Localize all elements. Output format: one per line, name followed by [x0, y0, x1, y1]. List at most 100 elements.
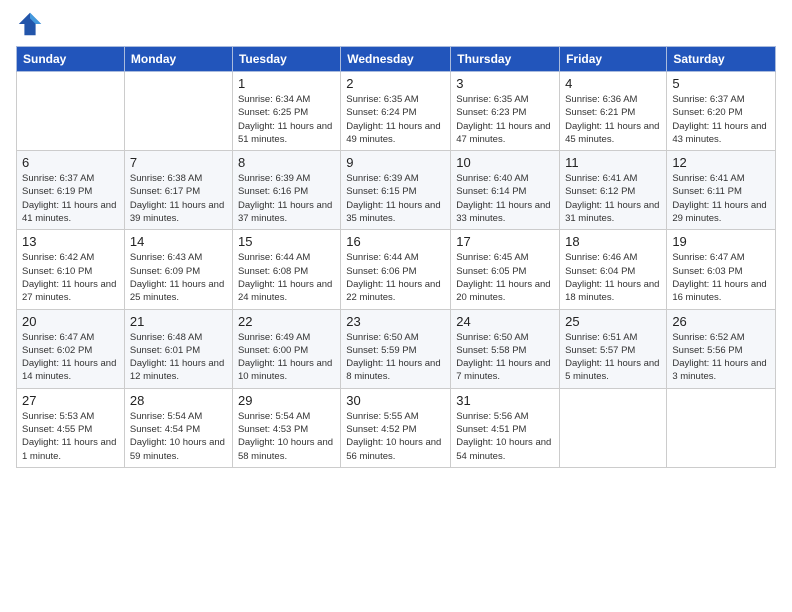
- day-number: 17: [456, 234, 554, 249]
- calendar-cell: 9 Sunrise: 6:39 AM Sunset: 6:15 PM Daylig…: [341, 151, 451, 230]
- calendar-week-row: 13Sunrise: 6:42 AM Sunset: 6:10 PM Dayli…: [17, 230, 776, 309]
- day-number: 15: [238, 234, 335, 249]
- day-info: Sunrise: 5:54 AM Sunset: 4:54 PM Dayligh…: [130, 410, 227, 463]
- calendar-cell: 7 Sunrise: 6:38 AM Sunset: 6:17 PM Daylig…: [124, 151, 232, 230]
- day-info: Sunrise: 6:43 AM Sunset: 6:09 PM Dayligh…: [130, 251, 227, 304]
- calendar-cell: 13Sunrise: 6:42 AM Sunset: 6:10 PM Dayli…: [17, 230, 125, 309]
- calendar-cell: 12 Sunrise: 6:41 AM Sunset: 6:11 PM Dayli…: [667, 151, 776, 230]
- day-number: 18: [565, 234, 661, 249]
- calendar-table: SundayMondayTuesdayWednesdayThursdayFrid…: [16, 46, 776, 468]
- weekday-header: Thursday: [451, 47, 560, 72]
- day-info: Sunrise: 6:47 AM Sunset: 6:03 PM Dayligh…: [672, 251, 770, 304]
- day-number: 9: [346, 155, 445, 170]
- calendar-week-row: 1 Sunrise: 6:34 AM Sunset: 6:25 PM Daylig…: [17, 72, 776, 151]
- day-number: 1: [238, 76, 335, 91]
- day-number: 12: [672, 155, 770, 170]
- calendar-cell: 15 Sunrise: 6:44 AM Sunset: 6:08 PM Dayli…: [232, 230, 340, 309]
- day-number: 4: [565, 76, 661, 91]
- day-info: Sunrise: 6:52 AM Sunset: 5:56 PM Dayligh…: [672, 331, 770, 384]
- day-info: Sunrise: 6:36 AM Sunset: 6:21 PM Dayligh…: [565, 93, 661, 146]
- day-number: 23: [346, 314, 445, 329]
- day-info: Sunrise: 6:40 AM Sunset: 6:14 PM Dayligh…: [456, 172, 554, 225]
- day-number: 11: [565, 155, 661, 170]
- day-number: 21: [130, 314, 227, 329]
- calendar-cell: 21 Sunrise: 6:48 AM Sunset: 6:01 PM Dayli…: [124, 309, 232, 388]
- day-number: 29: [238, 393, 335, 408]
- day-info: Sunrise: 5:53 AM Sunset: 4:55 PM Dayligh…: [22, 410, 119, 463]
- calendar-cell: [560, 388, 667, 467]
- day-number: 22: [238, 314, 335, 329]
- day-info: Sunrise: 6:49 AM Sunset: 6:00 PM Dayligh…: [238, 331, 335, 384]
- day-number: 2: [346, 76, 445, 91]
- calendar-cell: 8 Sunrise: 6:39 AM Sunset: 6:16 PM Daylig…: [232, 151, 340, 230]
- calendar-cell: 25 Sunrise: 6:51 AM Sunset: 5:57 PM Dayli…: [560, 309, 667, 388]
- weekday-header: Monday: [124, 47, 232, 72]
- calendar-cell: 16 Sunrise: 6:44 AM Sunset: 6:06 PM Dayli…: [341, 230, 451, 309]
- day-number: 3: [456, 76, 554, 91]
- day-number: 7: [130, 155, 227, 170]
- day-info: Sunrise: 6:35 AM Sunset: 6:23 PM Dayligh…: [456, 93, 554, 146]
- day-number: 31: [456, 393, 554, 408]
- calendar-cell: 11 Sunrise: 6:41 AM Sunset: 6:12 PM Dayli…: [560, 151, 667, 230]
- calendar-cell: 18Sunrise: 6:46 AM Sunset: 6:04 PM Dayli…: [560, 230, 667, 309]
- day-info: Sunrise: 5:55 AM Sunset: 4:52 PM Dayligh…: [346, 410, 445, 463]
- day-info: Sunrise: 6:34 AM Sunset: 6:25 PM Dayligh…: [238, 93, 335, 146]
- day-number: 16: [346, 234, 445, 249]
- calendar-cell: 27 Sunrise: 5:53 AM Sunset: 4:55 PM Dayli…: [17, 388, 125, 467]
- calendar-cell: 1 Sunrise: 6:34 AM Sunset: 6:25 PM Daylig…: [232, 72, 340, 151]
- weekday-header: Tuesday: [232, 47, 340, 72]
- calendar-cell: 26 Sunrise: 6:52 AM Sunset: 5:56 PM Dayli…: [667, 309, 776, 388]
- day-info: Sunrise: 6:39 AM Sunset: 6:15 PM Dayligh…: [346, 172, 445, 225]
- day-info: Sunrise: 6:51 AM Sunset: 5:57 PM Dayligh…: [565, 331, 661, 384]
- day-number: 20: [22, 314, 119, 329]
- day-info: Sunrise: 6:38 AM Sunset: 6:17 PM Dayligh…: [130, 172, 227, 225]
- day-number: 30: [346, 393, 445, 408]
- calendar-cell: 6Sunrise: 6:37 AM Sunset: 6:19 PM Daylig…: [17, 151, 125, 230]
- day-info: Sunrise: 6:44 AM Sunset: 6:06 PM Dayligh…: [346, 251, 445, 304]
- weekday-header: Wednesday: [341, 47, 451, 72]
- weekday-header: Saturday: [667, 47, 776, 72]
- day-number: 13: [22, 234, 119, 249]
- calendar-cell: 14 Sunrise: 6:43 AM Sunset: 6:09 PM Dayli…: [124, 230, 232, 309]
- day-info: Sunrise: 6:41 AM Sunset: 6:12 PM Dayligh…: [565, 172, 661, 225]
- day-number: 14: [130, 234, 227, 249]
- day-info: Sunrise: 6:44 AM Sunset: 6:08 PM Dayligh…: [238, 251, 335, 304]
- day-number: 27: [22, 393, 119, 408]
- logo-icon: [16, 10, 44, 38]
- calendar-cell: 30 Sunrise: 5:55 AM Sunset: 4:52 PM Dayli…: [341, 388, 451, 467]
- calendar-cell: [17, 72, 125, 151]
- calendar-cell: 31 Sunrise: 5:56 AM Sunset: 4:51 PM Dayli…: [451, 388, 560, 467]
- page: SundayMondayTuesdayWednesdayThursdayFrid…: [0, 0, 792, 612]
- calendar-cell: [667, 388, 776, 467]
- day-number: 24: [456, 314, 554, 329]
- day-info: Sunrise: 5:56 AM Sunset: 4:51 PM Dayligh…: [456, 410, 554, 463]
- calendar-cell: [124, 72, 232, 151]
- day-info: Sunrise: 6:50 AM Sunset: 5:59 PM Dayligh…: [346, 331, 445, 384]
- calendar-week-row: 20Sunrise: 6:47 AM Sunset: 6:02 PM Dayli…: [17, 309, 776, 388]
- calendar-cell: 23 Sunrise: 6:50 AM Sunset: 5:59 PM Dayli…: [341, 309, 451, 388]
- day-info: Sunrise: 6:39 AM Sunset: 6:16 PM Dayligh…: [238, 172, 335, 225]
- calendar-week-row: 6Sunrise: 6:37 AM Sunset: 6:19 PM Daylig…: [17, 151, 776, 230]
- weekday-header: Friday: [560, 47, 667, 72]
- day-number: 28: [130, 393, 227, 408]
- logo: [16, 10, 48, 38]
- day-number: 10: [456, 155, 554, 170]
- day-info: Sunrise: 5:54 AM Sunset: 4:53 PM Dayligh…: [238, 410, 335, 463]
- day-number: 5: [672, 76, 770, 91]
- day-info: Sunrise: 6:41 AM Sunset: 6:11 PM Dayligh…: [672, 172, 770, 225]
- calendar-cell: 2 Sunrise: 6:35 AM Sunset: 6:24 PM Daylig…: [341, 72, 451, 151]
- calendar-cell: 24 Sunrise: 6:50 AM Sunset: 5:58 PM Dayli…: [451, 309, 560, 388]
- day-info: Sunrise: 6:50 AM Sunset: 5:58 PM Dayligh…: [456, 331, 554, 384]
- day-info: Sunrise: 6:37 AM Sunset: 6:19 PM Dayligh…: [22, 172, 119, 225]
- day-number: 25: [565, 314, 661, 329]
- calendar-cell: 19Sunrise: 6:47 AM Sunset: 6:03 PM Dayli…: [667, 230, 776, 309]
- day-number: 26: [672, 314, 770, 329]
- day-info: Sunrise: 6:48 AM Sunset: 6:01 PM Dayligh…: [130, 331, 227, 384]
- day-info: Sunrise: 6:45 AM Sunset: 6:05 PM Dayligh…: [456, 251, 554, 304]
- calendar-cell: 5 Sunrise: 6:37 AM Sunset: 6:20 PM Daylig…: [667, 72, 776, 151]
- calendar-cell: 3 Sunrise: 6:35 AM Sunset: 6:23 PM Daylig…: [451, 72, 560, 151]
- day-number: 8: [238, 155, 335, 170]
- day-info: Sunrise: 6:37 AM Sunset: 6:20 PM Dayligh…: [672, 93, 770, 146]
- day-info: Sunrise: 6:35 AM Sunset: 6:24 PM Dayligh…: [346, 93, 445, 146]
- calendar-cell: 20Sunrise: 6:47 AM Sunset: 6:02 PM Dayli…: [17, 309, 125, 388]
